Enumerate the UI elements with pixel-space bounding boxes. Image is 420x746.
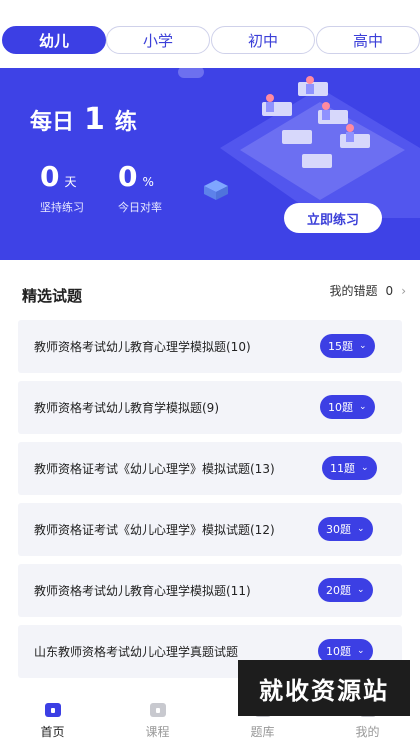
question-count: 15题 [328, 340, 353, 353]
wrong-questions-label: 我的错题 [329, 284, 378, 298]
question-set-title: 教师资格考试幼儿教育心理学模拟题(11) [34, 584, 251, 598]
question-count: 10题 [326, 645, 351, 658]
level-tab-junior[interactable]: 初中 [211, 26, 315, 54]
app-screen: 幼儿 小学 初中 高中 每日 1 练 0 天 坚持练习 0 % 今日对率 立即练… [0, 0, 420, 746]
chevron-down-icon: ⌄ [357, 524, 365, 534]
question-count: 20题 [326, 584, 351, 597]
question-set-card[interactable]: 教师资格证考试《幼儿心理学》模拟试题(13) 11题 ⌄ [18, 442, 402, 495]
watermark: 就收资源站 [238, 660, 410, 716]
chevron-down-icon: ⌄ [359, 402, 367, 412]
question-set-title: 教师资格证考试《幼儿心理学》模拟试题(13) [34, 462, 275, 476]
classroom-illustration [204, 76, 420, 218]
streak-days-unit: 天 [64, 175, 77, 189]
tab-profile-label: 我的 [355, 724, 380, 739]
section-title: 精选试题 [22, 287, 83, 305]
question-count-badge[interactable]: 11题 ⌄ [322, 456, 377, 480]
question-set-title: 教师资格考试幼儿教育学模拟题(9) [34, 401, 219, 415]
chevron-down-icon: ⌄ [357, 646, 365, 656]
chevron-down-icon: ⌄ [359, 341, 367, 351]
streak-days-value: 0 [40, 160, 60, 193]
question-count-badge[interactable]: 15题 ⌄ [320, 334, 375, 358]
accuracy-value: 0 [118, 160, 138, 193]
level-tab-senior[interactable]: 高中 [316, 26, 420, 54]
chevron-down-icon: ⌄ [357, 585, 365, 595]
level-tab-preschool[interactable]: 幼儿 [2, 26, 106, 54]
tab-question-bank-label: 题库 [250, 724, 275, 739]
question-count-badge[interactable]: 10题 ⌄ [320, 395, 375, 419]
tab-home-label: 首页 [40, 724, 65, 739]
question-count: 10题 [328, 401, 353, 414]
course-icon [149, 702, 166, 717]
streak-stat: 0 天 坚持练习 [40, 160, 84, 215]
question-count-badge[interactable]: 30题 ⌄ [318, 517, 373, 541]
question-count-badge[interactable]: 20题 ⌄ [318, 578, 373, 602]
chevron-down-icon: ⌄ [361, 463, 369, 473]
start-practice-button[interactable]: 立即练习 [284, 203, 382, 233]
question-set-title: 教师资格考试幼儿教育心理学模拟题(10) [34, 340, 251, 354]
question-set-card[interactable]: 教师资格考试幼儿教育心理学模拟题(11) 20题 ⌄ [18, 564, 402, 617]
question-count: 11题 [330, 462, 355, 475]
wrong-questions-count: 0 [385, 283, 394, 298]
hero-title-prefix: 每日 [30, 110, 75, 135]
tab-home[interactable]: 首页 [0, 696, 105, 746]
hero-title-suffix: 练 [114, 110, 137, 135]
tab-course[interactable]: 课程 [105, 696, 210, 746]
question-set-title: 教师资格证考试《幼儿心理学》模拟试题(12) [34, 523, 275, 537]
level-tabs: 幼儿 小学 初中 高中 [0, 26, 420, 56]
accuracy-unit: % [142, 175, 154, 189]
question-set-title: 山东教师资格考试幼儿心理学真题试题 [34, 645, 239, 659]
my-wrong-questions-link[interactable]: 我的错题 0 › [330, 282, 406, 299]
hero-title-number: 1 [84, 102, 105, 137]
streak-label: 坚持练习 [40, 201, 84, 214]
accuracy-stat: 0 % 今日对率 [118, 160, 162, 215]
question-set-card[interactable]: 教师资格证考试《幼儿心理学》模拟试题(12) 30题 ⌄ [18, 503, 402, 556]
tab-course-label: 课程 [145, 724, 170, 739]
chevron-right-icon: › [401, 283, 406, 298]
home-icon [44, 702, 61, 717]
level-tab-primary[interactable]: 小学 [106, 26, 210, 54]
question-count: 30题 [326, 523, 351, 536]
question-set-card[interactable]: 教师资格考试幼儿教育学模拟题(9) 10题 ⌄ [18, 381, 402, 434]
question-set-card[interactable]: 教师资格考试幼儿教育心理学模拟题(10) 15题 ⌄ [18, 320, 402, 373]
daily-practice-banner: 每日 1 练 0 天 坚持练习 0 % 今日对率 立即练习 [0, 68, 420, 260]
accuracy-label: 今日对率 [118, 201, 162, 214]
hero-title: 每日 1 练 [30, 102, 137, 137]
